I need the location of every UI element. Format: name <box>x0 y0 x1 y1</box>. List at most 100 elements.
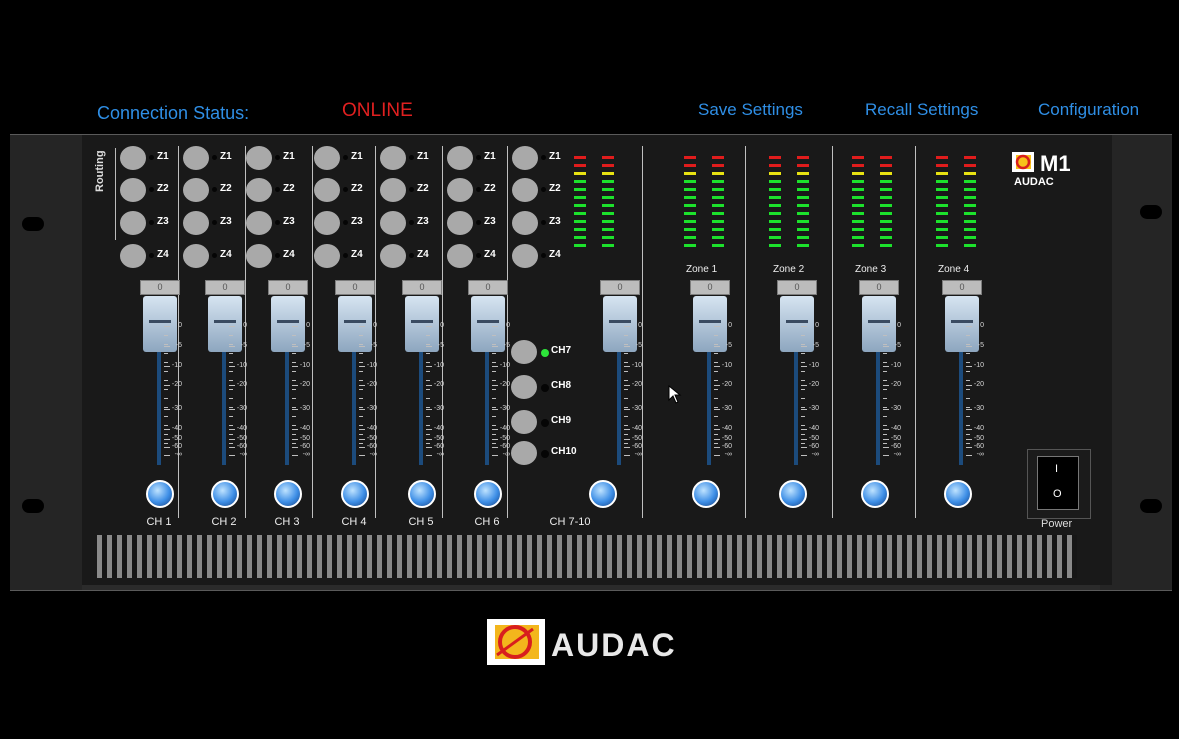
fader-scale-label: -50 <box>808 435 819 442</box>
source-select-button[interactable] <box>511 340 537 364</box>
fader-scale-label: -20 <box>721 381 732 388</box>
channel-name-label: CH 6 <box>474 516 500 528</box>
fader-scale-label: -60 <box>499 443 510 450</box>
power-switch[interactable]: I O <box>1037 456 1079 510</box>
zone-label: Z2 <box>220 183 232 194</box>
fader-minor-tick <box>966 344 970 345</box>
routing-button[interactable] <box>314 211 340 235</box>
routing-button[interactable] <box>246 211 272 235</box>
routing-button[interactable] <box>314 178 340 202</box>
rack-mount-hole <box>22 499 44 513</box>
fader-value: 0 <box>140 280 180 295</box>
routing-button[interactable] <box>120 146 146 170</box>
routing-button[interactable] <box>447 244 473 268</box>
fader-minor-tick <box>292 425 296 426</box>
recall-settings-link[interactable]: Recall Settings <box>865 100 978 120</box>
save-settings-link[interactable]: Save Settings <box>698 100 803 120</box>
channel-encoder-knob[interactable] <box>589 480 617 508</box>
routing-button[interactable] <box>120 178 146 202</box>
fader-minor-tick <box>229 407 233 408</box>
routing-button[interactable] <box>120 244 146 268</box>
zone-label: Z3 <box>157 216 169 227</box>
fader-scale-label: -60 <box>366 443 377 450</box>
routing-button[interactable] <box>512 146 538 170</box>
level-meter-segment <box>684 212 696 215</box>
fader-minor-tick <box>292 335 296 336</box>
routing-led <box>149 220 154 225</box>
fader-minor-tick <box>883 326 887 327</box>
fader-minor-tick <box>229 416 233 417</box>
routing-button[interactable] <box>314 244 340 268</box>
level-meter-segment <box>880 180 892 183</box>
channel-encoder-knob[interactable] <box>211 480 239 508</box>
level-meter-segment <box>602 188 614 191</box>
fader-minor-tick <box>624 362 628 363</box>
fader-minor-tick <box>883 443 887 444</box>
routing-button[interactable] <box>120 211 146 235</box>
fader-minor-tick <box>801 407 805 408</box>
zone-label: Z1 <box>220 151 232 162</box>
svg-text:M1: M1 <box>1040 151 1071 176</box>
routing-button[interactable] <box>447 178 473 202</box>
fader-minor-tick <box>624 443 628 444</box>
fader-minor-tick <box>714 443 718 444</box>
routing-button[interactable] <box>183 146 209 170</box>
routing-button[interactable] <box>447 146 473 170</box>
channel-name-label: CH 1 <box>146 516 172 528</box>
source-select-button[interactable] <box>511 441 537 465</box>
fader-scale-label: -50 <box>721 435 732 442</box>
zone-encoder-knob[interactable] <box>692 480 720 508</box>
fader-minor-tick <box>883 389 887 390</box>
routing-button[interactable] <box>512 211 538 235</box>
routing-button[interactable] <box>380 244 406 268</box>
fader-minor-tick <box>624 434 628 435</box>
level-meter-segment <box>602 244 614 247</box>
routing-button[interactable] <box>246 178 272 202</box>
fader-scale-label: 0 <box>178 322 182 329</box>
source-select-button[interactable] <box>511 410 537 434</box>
level-meter-segment <box>936 156 948 159</box>
routing-button[interactable] <box>512 244 538 268</box>
routing-button[interactable] <box>380 211 406 235</box>
fader-minor-tick <box>229 335 233 336</box>
fader-scale-label: -40 <box>236 425 247 432</box>
fader-minor-tick <box>624 398 628 399</box>
zone-encoder-knob[interactable] <box>779 480 807 508</box>
routing-button[interactable] <box>380 178 406 202</box>
routing-button[interactable] <box>183 178 209 202</box>
routing-button[interactable] <box>183 244 209 268</box>
zone-encoder-knob[interactable] <box>861 480 889 508</box>
configuration-link[interactable]: Configuration <box>1038 100 1139 120</box>
routing-led <box>476 155 481 160</box>
channel-encoder-knob[interactable] <box>474 480 502 508</box>
fader-minor-tick <box>966 371 970 372</box>
fader-minor-tick <box>714 362 718 363</box>
level-meter-segment <box>684 164 696 167</box>
fader-minor-tick <box>359 398 363 399</box>
level-meter-segment <box>797 236 809 239</box>
channel-encoder-knob[interactable] <box>408 480 436 508</box>
routing-button[interactable] <box>512 178 538 202</box>
routing-button[interactable] <box>183 211 209 235</box>
fader-scale-label: 0 <box>506 322 510 329</box>
channel-encoder-knob[interactable] <box>146 480 174 508</box>
routing-button[interactable] <box>246 146 272 170</box>
routing-led <box>409 187 414 192</box>
routing-button[interactable] <box>380 146 406 170</box>
level-meter-segment <box>769 180 781 183</box>
routing-button[interactable] <box>314 146 340 170</box>
channel-encoder-knob[interactable] <box>341 480 369 508</box>
level-meter-segment <box>797 228 809 231</box>
routing-button[interactable] <box>447 211 473 235</box>
zone-name-label: Zone 3 <box>855 264 887 275</box>
fader-value: 0 <box>777 280 817 295</box>
level-meter-segment <box>797 196 809 199</box>
zone-encoder-knob[interactable] <box>944 480 972 508</box>
fader-minor-tick <box>229 380 233 381</box>
fader-minor-tick <box>229 353 233 354</box>
level-meter-segment <box>574 236 586 239</box>
fader-scale-label: -20 <box>171 381 182 388</box>
routing-button[interactable] <box>246 244 272 268</box>
channel-encoder-knob[interactable] <box>274 480 302 508</box>
source-select-button[interactable] <box>511 375 537 399</box>
